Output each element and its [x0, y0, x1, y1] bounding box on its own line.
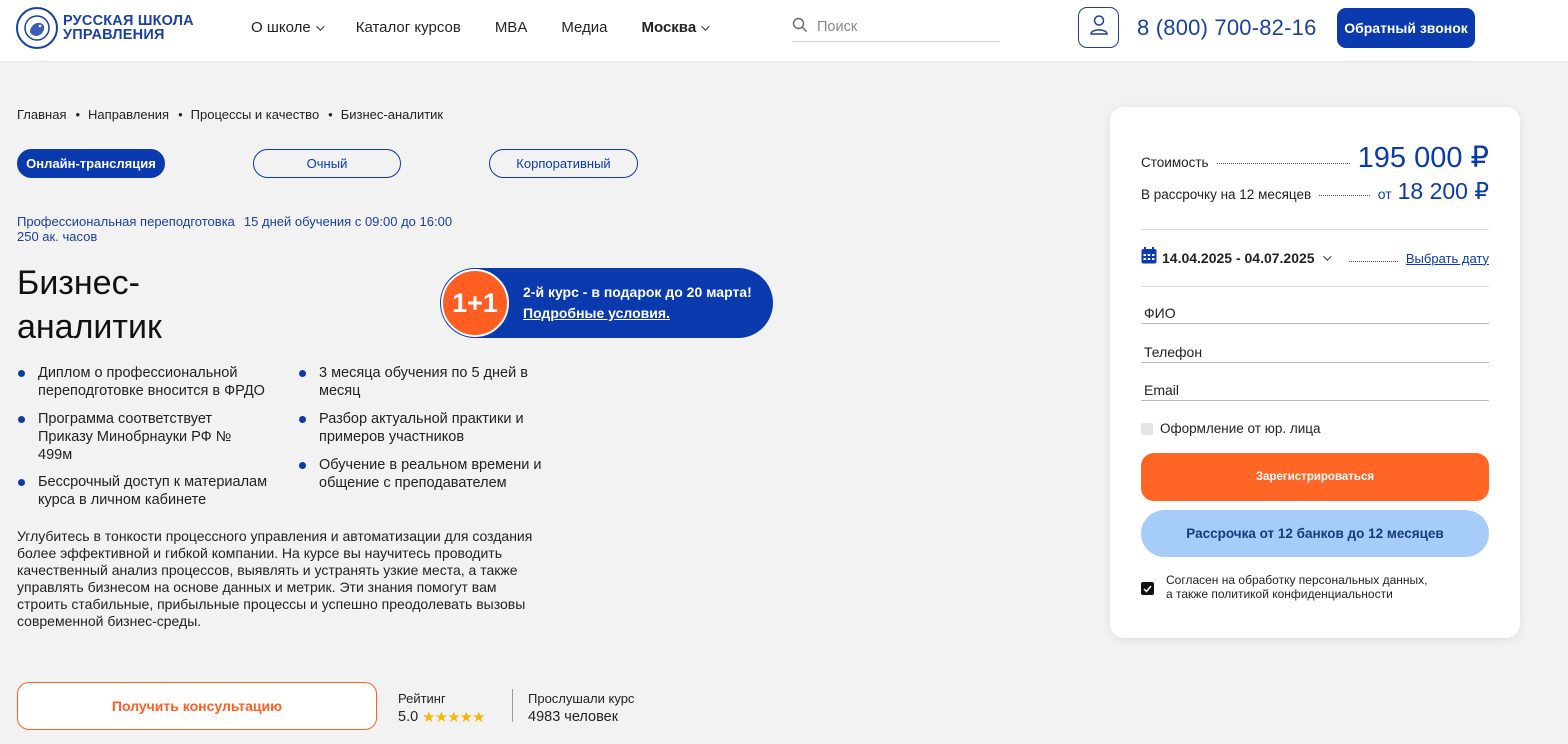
user-icon: [1089, 14, 1109, 41]
site-header: РУССКАЯ ШКОЛА УПРАВЛЕНИЯ О школе Каталог …: [0, 0, 1568, 62]
list-item: Обучение в реальном времени и общение с …: [298, 456, 553, 492]
consultation-button[interactable]: Получить консультацию: [17, 682, 377, 730]
program-type: Профессиональная переподготовка: [17, 214, 235, 229]
logo-text: РУССКАЯ ШКОЛА УПРАВЛЕНИЯ: [63, 12, 194, 43]
installment-button[interactable]: Рассрочка от 12 банков до 12 месяцев: [1141, 510, 1489, 557]
installment-row: В рассрочку на 12 месяцев от 18 200 ₽: [1141, 178, 1489, 205]
tab-offline[interactable]: Очный: [253, 149, 401, 178]
list-item: Бессрочный доступ к материалам курса в л…: [17, 473, 279, 509]
list-item: Программа соответствует Приказу Минобрна…: [17, 410, 267, 464]
nav-mba[interactable]: MBA: [495, 19, 528, 36]
check-icon: [1143, 585, 1152, 593]
consent-text: Согласен на обработку персональных данны…: [1166, 573, 1428, 601]
divider: [1141, 229, 1489, 230]
promo-text: 2-й курс - в подарок до 20 марта! Подроб…: [523, 282, 752, 324]
breadcrumb-directions[interactable]: Направления: [88, 107, 169, 122]
rating-value: 5.0: [398, 709, 419, 725]
lion-logo-icon: [16, 7, 58, 49]
date-row: 14.04.2025 - 04.07.2025 Выбрать дату: [1141, 247, 1489, 269]
consent-checkbox[interactable]: [1141, 582, 1154, 595]
breadcrumb-home[interactable]: Главная: [17, 107, 66, 122]
installment-value: 18 200 ₽: [1397, 178, 1489, 204]
phone-field[interactable]: [1141, 341, 1489, 363]
chevron-down-icon: [315, 21, 325, 31]
course-description: Углубитесь в тонкости процессного управл…: [17, 528, 533, 629]
page-title: Бизнес-аналитик: [17, 264, 162, 346]
list-item: Разбор актуальной практики и примеров уч…: [298, 410, 538, 446]
promo-banner[interactable]: 1+1 2-й курс - в подарок до 20 марта! По…: [440, 268, 773, 338]
city-selector[interactable]: Москва: [641, 19, 710, 36]
dotted-leader: [1319, 195, 1370, 196]
nav-catalog[interactable]: Каталог курсов: [356, 19, 461, 36]
breadcrumb-current: Бизнес-аналитик: [340, 107, 444, 122]
divider: [1141, 286, 1489, 287]
price-row: Стоимость 195 000 ₽: [1141, 140, 1489, 175]
account-button[interactable]: [1078, 7, 1119, 48]
chevron-down-icon: [701, 21, 710, 31]
chevron-down-icon[interactable]: [1322, 252, 1332, 261]
tab-corporate[interactable]: Корпоративный: [489, 149, 638, 178]
breadcrumb-category[interactable]: Процессы и качество: [191, 107, 320, 122]
installment-from: от: [1377, 186, 1392, 202]
rating-block: Рейтинг 5.0 ★★★★★: [398, 689, 485, 727]
nav-about[interactable]: О школе: [251, 19, 325, 36]
registration-card: Стоимость 195 000 ₽ В рассрочку на 12 ме…: [1110, 107, 1520, 638]
email-field[interactable]: [1141, 379, 1489, 401]
search-box: [792, 13, 1000, 42]
price-value: 195 000 ₽: [1357, 142, 1489, 174]
promo-terms-link[interactable]: Подробные условия.: [523, 303, 752, 324]
nav-media[interactable]: Медиа: [561, 19, 607, 36]
listeners-label: Прослушали курс: [528, 691, 635, 706]
rating-label: Рейтинг: [398, 691, 446, 706]
promo-badge: 1+1: [441, 269, 509, 337]
schedule: 15 дней обучения с 09:00 до 16:00: [243, 214, 453, 229]
logo[interactable]: РУССКАЯ ШКОЛА УПРАВЛЕНИЯ: [16, 7, 203, 49]
installment-label: В рассрочку на 12 месяцев: [1141, 187, 1312, 202]
fio-field[interactable]: [1141, 302, 1489, 324]
register-button[interactable]: Зарегистрироваться: [1141, 453, 1489, 501]
phone-number[interactable]: 8 (800) 700-82-16: [1137, 15, 1317, 41]
star-icon: ★★★★★: [422, 709, 485, 726]
listeners-value: 4983 человек: [528, 709, 619, 725]
course-meta: Профессиональная переподготовка 15 дней о…: [17, 214, 452, 244]
callback-button[interactable]: Обратный звонок: [1337, 8, 1475, 48]
dotted-leader: [1216, 163, 1350, 164]
divider: [512, 689, 513, 722]
academic-hours: 250 ак. часов: [17, 229, 98, 244]
main-nav: О школе Каталог курсов MBA Медиа Москва: [251, 19, 741, 36]
list-item: 3 месяца обучения по 5 дней в месяц: [298, 364, 538, 400]
calendar-icon: [1141, 247, 1157, 269]
legal-entity-label: Оформление от юр. лица: [1160, 421, 1321, 436]
breadcrumb-separator: •: [178, 107, 183, 122]
search-icon[interactable]: [792, 17, 808, 38]
legal-entity-checkbox[interactable]: [1141, 422, 1153, 435]
breadcrumb: Главная • Направления • Процессы и качес…: [17, 107, 443, 122]
tab-online[interactable]: Онлайн-трансляция: [17, 149, 165, 178]
list-item: Диплом о профессиональной переподготовке…: [17, 364, 279, 400]
dotted-leader: [1348, 260, 1398, 262]
feature-list: Диплом о профессиональной переподготовке…: [17, 364, 557, 514]
consent-row: Согласен на обработку персональных данны…: [1141, 573, 1456, 601]
breadcrumb-separator: •: [328, 107, 333, 122]
breadcrumb-separator: •: [75, 107, 81, 122]
price-label: Стоимость: [1141, 155, 1209, 170]
pick-date-link[interactable]: Выбрать дату: [1406, 251, 1489, 266]
search-input[interactable]: [817, 19, 987, 35]
listeners-block: Прослушали курс 4983 человек: [528, 689, 634, 727]
date-select[interactable]: 14.04.2025 - 04.07.2025: [1162, 250, 1315, 266]
legal-entity-option[interactable]: Оформление от юр. лица: [1141, 421, 1320, 436]
